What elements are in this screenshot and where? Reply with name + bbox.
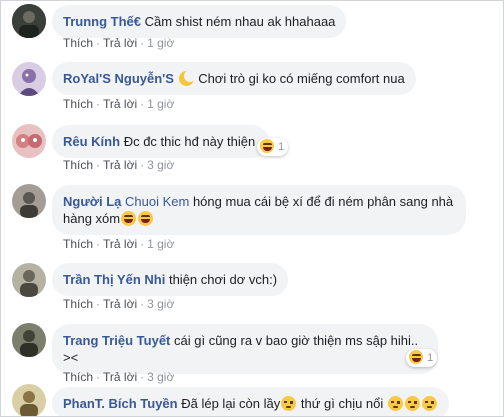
- like-link[interactable]: Thích: [63, 370, 93, 384]
- avatar[interactable]: [12, 323, 46, 357]
- comment-bubble: Trunng Thế€ Cầm shist ném nhau ak hhahaa…: [52, 5, 347, 38]
- reply-link[interactable]: Trả lời: [103, 158, 137, 172]
- comment-actions: Thích · Trả lời · 3 giờ: [63, 158, 175, 172]
- reply-link[interactable]: Trả lời: [103, 36, 137, 50]
- reaction-badge[interactable]: 1: [406, 349, 438, 367]
- pacman-emoji-icon: [178, 70, 196, 86]
- comment-bubble: Rêu Kính Đc đc thic hđ này thiện: [52, 125, 270, 158]
- commenter-name[interactable]: Trunng Thế€: [63, 14, 141, 29]
- comment-actions: Thích · Trả lời · 3 giờ: [63, 370, 175, 384]
- comment-bubble: RoYal'S Nguyễn'S Chơi trò gi ko có miếng…: [52, 62, 416, 95]
- avatar[interactable]: [12, 263, 46, 297]
- comment-text: thứ gì chịu nổi: [300, 396, 384, 411]
- tired-emoji-icon: [421, 396, 437, 411]
- tagged-user[interactable]: Chuoi Kem: [125, 194, 189, 209]
- comment-text: Đc đc thic hđ này thiện: [123, 134, 256, 149]
- like-link[interactable]: Thích: [63, 36, 93, 50]
- commenter-name[interactable]: Người Lạ: [63, 194, 121, 209]
- comment-bubble: PhanT. Bích Tuyền Đã lép lại còn lầy thứ…: [52, 387, 449, 416]
- avatar[interactable]: [12, 384, 46, 416]
- timestamp[interactable]: 3 giờ: [147, 297, 174, 311]
- avatar[interactable]: [12, 4, 46, 38]
- haha-reaction-icon: [409, 350, 423, 364]
- reaction-count: 1: [427, 352, 434, 364]
- comment-actions: Thích · Trả lời · 1 giờ: [63, 36, 175, 50]
- reaction-count: 1: [278, 141, 285, 153]
- like-link[interactable]: Thích: [63, 297, 93, 311]
- timestamp[interactable]: 1 giờ: [147, 36, 174, 50]
- timestamp[interactable]: 1 giờ: [147, 97, 174, 111]
- timestamp[interactable]: 3 giờ: [147, 158, 174, 172]
- tired-emoji-icon: [404, 396, 420, 411]
- like-link[interactable]: Thích: [63, 97, 93, 111]
- timestamp[interactable]: 1 giờ: [147, 237, 174, 251]
- avatar[interactable]: [12, 124, 46, 158]
- commenter-name[interactable]: Trang Triệu Tuyết: [63, 333, 170, 348]
- comment-actions: Thích · Trả lời · 1 giờ: [63, 97, 175, 111]
- comment-bubble: Trang Triệu Tuyết cái gì cũng ra v bao g…: [52, 324, 438, 374]
- comment-bubble: Người Lạ Chuoi Kem hóng mua cái bệ xí để…: [52, 185, 466, 235]
- reply-link[interactable]: Trả lời: [103, 97, 137, 111]
- reaction-badge[interactable]: 1: [257, 138, 289, 156]
- avatar[interactable]: [12, 62, 46, 96]
- reply-link[interactable]: Trả lời: [103, 237, 137, 251]
- comment-bubble: Trần Thị Yến Nhi thiện chơi dơ vch:): [52, 263, 289, 296]
- comment-text: Cầm shist ném nhau ak hhahaaa: [144, 14, 336, 29]
- commenter-name[interactable]: RoYal'S Nguyễn'S: [63, 71, 174, 86]
- commenter-name[interactable]: PhanT. Bích Tuyền: [63, 396, 178, 411]
- avatar[interactable]: [12, 184, 46, 218]
- like-link[interactable]: Thích: [63, 158, 93, 172]
- timestamp[interactable]: 3 giờ: [147, 370, 174, 384]
- reply-link[interactable]: Trả lời: [103, 370, 137, 384]
- comment-text: thiện chơi dơ vch:): [168, 272, 278, 287]
- comment-text: Chơi trò gi ko có miếng comfort nua: [198, 71, 405, 86]
- commenter-name[interactable]: Trần Thị Yến Nhi: [63, 272, 165, 287]
- tired-emoji-icon: [281, 396, 297, 411]
- tired-emoji-icon: [387, 396, 403, 411]
- comment-thread: Trunng Thế€ Cầm shist ném nhau ak hhahaa…: [0, 0, 504, 417]
- comment-actions: Thích · Trả lời · 3 giờ: [63, 297, 175, 311]
- like-link[interactable]: Thích: [63, 237, 93, 251]
- commenter-name[interactable]: Rêu Kính: [63, 134, 120, 149]
- laughing-emoji-icon: [121, 211, 137, 226]
- comment-actions: Thích · Trả lời · 1 giờ: [63, 237, 175, 251]
- reply-link[interactable]: Trả lời: [103, 297, 137, 311]
- comment-text: Đã lép lại còn lầy: [181, 396, 281, 411]
- haha-reaction-icon: [260, 139, 274, 153]
- laughing-emoji-icon: [138, 211, 154, 226]
